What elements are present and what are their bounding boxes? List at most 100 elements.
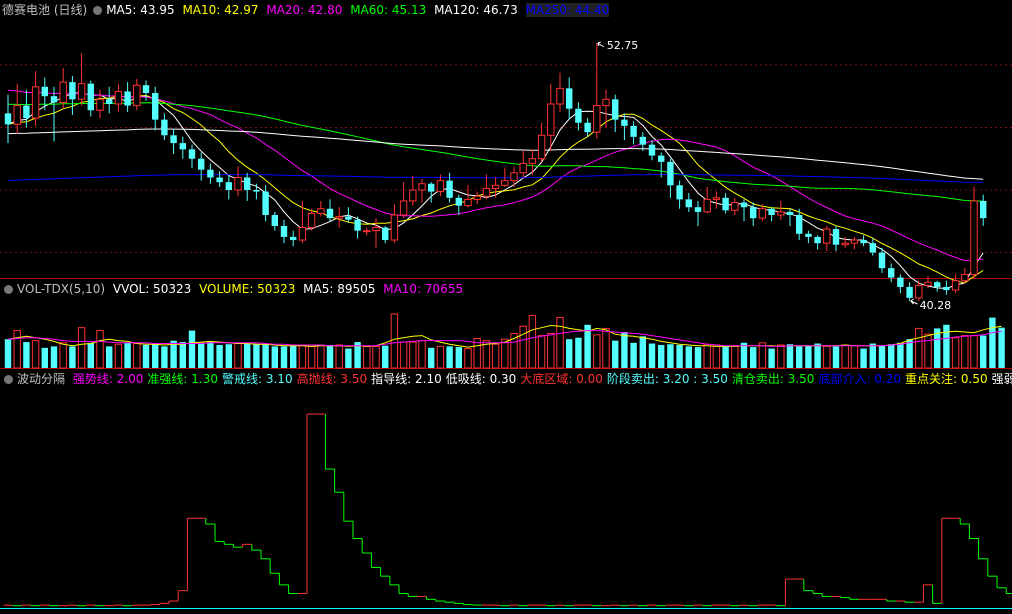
candle-body [390, 214, 399, 241]
candle-body [455, 197, 462, 206]
candle-body [860, 240, 867, 244]
volume-bar [722, 346, 729, 368]
candle-body [142, 85, 150, 94]
candle-body [234, 176, 242, 191]
candle-body [335, 216, 343, 219]
volume-bar [290, 345, 297, 368]
ma120-line [7, 128, 984, 180]
volume-bar [390, 313, 399, 369]
candle-body [473, 195, 481, 200]
high-marker-arrow-icon [597, 41, 605, 48]
candle-body [943, 286, 950, 291]
candle-body [133, 84, 141, 107]
candle-body [832, 229, 840, 245]
candle-body [23, 105, 30, 119]
volume-bar [464, 348, 472, 369]
candle-body [317, 208, 325, 214]
candle-body [667, 161, 674, 186]
volume-bar [69, 346, 76, 368]
volume-bar [436, 345, 445, 369]
volume-bar [363, 345, 371, 369]
candle-body [593, 105, 601, 133]
volume-bar [418, 340, 426, 369]
candle-body [501, 180, 509, 186]
candle-body [630, 125, 637, 137]
volume-bar [961, 335, 969, 369]
volume-bar [832, 346, 840, 368]
volume-bar [897, 342, 904, 368]
candle-body [399, 200, 408, 216]
candle-body [841, 242, 849, 246]
volume-bar [980, 335, 987, 368]
candle-body [152, 93, 159, 120]
volume-bar [345, 348, 352, 368]
volume-bar [244, 343, 251, 368]
volume-bar [639, 336, 646, 368]
volume-bar [446, 346, 453, 368]
volume-bar [124, 342, 131, 368]
volume-bar [951, 337, 960, 369]
candle-body [464, 198, 472, 207]
candle-body [970, 200, 978, 275]
volume-bar [501, 338, 509, 369]
volume-bar [593, 334, 601, 369]
candle-body [207, 169, 214, 178]
volume-bar [13, 330, 21, 369]
candle-body [740, 202, 748, 208]
volume-bar [814, 343, 821, 368]
volume-bar [703, 343, 711, 369]
candle-body [924, 281, 932, 286]
low-price-label: 40.28 [920, 299, 952, 312]
candle-body [4, 113, 12, 125]
volume-bar [87, 342, 94, 368]
volume-bar [428, 347, 435, 368]
volume-bar [915, 327, 923, 369]
volume-bar [198, 342, 205, 368]
candle-body [436, 180, 445, 193]
volume-bar [382, 345, 389, 368]
volume-bar [658, 344, 665, 368]
candle-body [703, 198, 711, 213]
candle-body [519, 162, 527, 174]
candle-body [750, 207, 757, 219]
volume-bar [216, 344, 223, 368]
candle-body [418, 183, 426, 191]
candle-body [409, 189, 417, 202]
volume-bar [750, 347, 757, 368]
volume-bar [731, 345, 739, 369]
candle-body [685, 199, 692, 208]
volume-bar [648, 343, 656, 368]
candle-body [198, 158, 205, 170]
candle-body [796, 215, 803, 234]
volume-bar [234, 343, 242, 369]
candle-body [262, 191, 269, 216]
volume-bar [225, 344, 232, 368]
volume-bar [740, 342, 748, 368]
volume-bar [307, 345, 316, 369]
candle-body [951, 280, 960, 291]
volume-bar [399, 341, 408, 369]
volume-bar [869, 343, 876, 368]
candle-body [354, 219, 361, 231]
volume-bar [850, 345, 859, 369]
candle-body [731, 202, 739, 211]
candle-body [961, 273, 969, 282]
candle-body [13, 105, 21, 125]
candle-body [77, 83, 86, 100]
volume-bar [989, 317, 996, 368]
candle-body [556, 87, 564, 105]
volume-bar [796, 346, 803, 368]
candle-body [510, 172, 518, 182]
candle-body [482, 187, 491, 197]
candle-body [179, 143, 186, 150]
volume-bar [207, 342, 214, 368]
volume-bar [142, 344, 150, 368]
volume-bar [676, 344, 683, 368]
candle-body [170, 135, 177, 144]
candle-body [114, 90, 123, 105]
candle-body [537, 134, 546, 160]
chart-canvas[interactable]: 52.75 40.28 [0, 0, 1012, 614]
candle-body [814, 236, 821, 244]
candle-body [87, 83, 94, 111]
volume-bar [528, 314, 537, 369]
